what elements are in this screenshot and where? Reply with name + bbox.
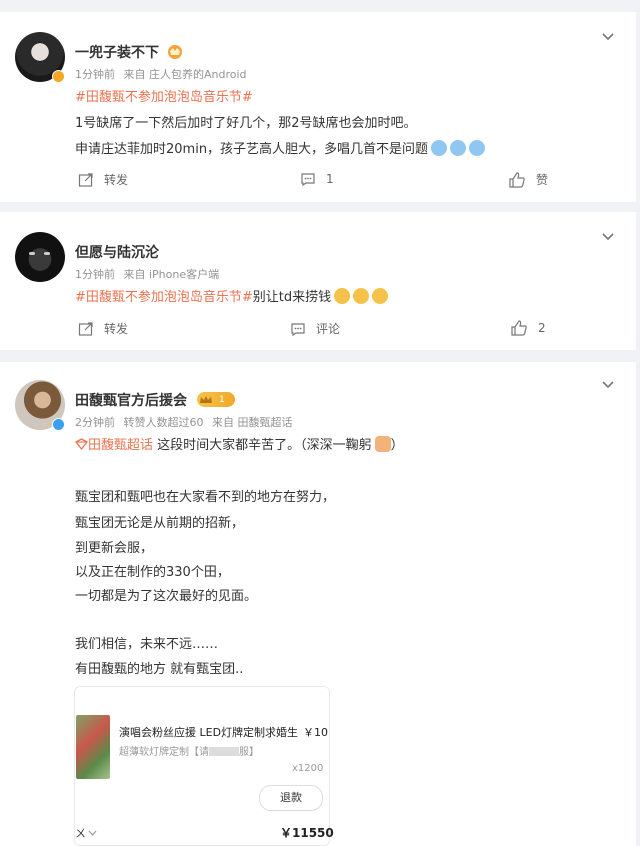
post-source: 来自 庄人包养的Android [123, 68, 247, 81]
repost-label: 转发 [104, 173, 129, 187]
hashtag-link[interactable]: #田馥甄不参加泡泡岛音乐节# [75, 86, 253, 105]
product-price: ￥10 [303, 726, 328, 739]
chevron-down-icon [88, 830, 97, 836]
post-text-line: 甄宝团和甄吧也在大家看不到的地方在努力， [75, 490, 336, 505]
verified-badge-icon [52, 70, 65, 83]
post-text: 别让td来捞钱 [252, 290, 332, 305]
emoji-icon [431, 140, 448, 156]
footer-prefix-text: ㄨ [75, 827, 86, 840]
product-thumbnail [76, 715, 110, 779]
username[interactable]: 田馥甄官方后援会 [75, 390, 187, 410]
avatar-eye [44, 252, 50, 255]
post-text-line: 以及正在制作的330个田， [75, 565, 230, 580]
refund-button[interactable]: 退款 [259, 785, 323, 811]
avatar[interactable] [15, 232, 65, 282]
post-text-line: 我们相信，未来不远…… [75, 637, 219, 652]
emoji-icon [372, 288, 389, 304]
post-text-line: 一切都是为了这次最好的见面。 [75, 589, 258, 604]
repost-icon [78, 172, 93, 187]
post-time[interactable]: 1分钟前 [75, 268, 115, 281]
emoji-icon [469, 140, 486, 156]
avatar-eye [29, 252, 35, 255]
thumbs-up-icon [509, 171, 525, 188]
repost-button[interactable]: 转发 [78, 171, 128, 188]
product-spec-tail: 服】 [239, 747, 259, 758]
product-spec: 超薄软灯牌定制【请 服】 [119, 743, 259, 758]
post-text-line-1: #田馥甄不参加泡泡岛音乐节#别让td来捞钱 [75, 286, 389, 305]
post-actions: 转发 评论 2 [0, 316, 636, 346]
post-meta: 2分钟前 转赞人数超过60 来自 田馥甄超话 [75, 414, 298, 430]
crown-icon [200, 395, 212, 403]
verified-blue-badge-icon [52, 418, 65, 431]
comment-button[interactable]: 评论 [290, 320, 340, 337]
bow-emoji-icon [374, 436, 391, 452]
post-card-1: 一兜子装不下 1分钟前 来自 庄人包养的Android #田馥甄不参加泡泡岛音乐… [0, 12, 636, 202]
post-text-line: 有田馥甄的地方 就有甄宝团.. [75, 662, 244, 677]
post-text-line-2: 申请庄达菲加时20min，孩子艺高人胆大，多唱几首不是问题 [75, 138, 486, 157]
product-spec-text: 超薄软灯牌定制【请 [119, 747, 209, 758]
supertopic-link[interactable]: 田馥甄超话 [88, 438, 153, 453]
comment-label: 评论 [316, 322, 341, 336]
chevron-down-icon[interactable] [602, 30, 614, 42]
comment-icon [301, 173, 315, 187]
emoji-icon [334, 288, 351, 304]
username[interactable]: 一兜子装不下 [75, 42, 159, 62]
fan-level-badge: 1 [197, 392, 235, 407]
thumbs-up-icon [511, 320, 527, 336]
post-card-2: 但愿与陆沉沦 1分钟前 来自 iPhone客户端 #田馥甄不参加泡泡岛音乐节#别… [0, 212, 636, 350]
like-button[interactable]: 赞 [508, 171, 548, 188]
post-text-line: 到更新会服， [75, 541, 154, 556]
post-text: 这段时间大家都辛苦了。（深深一鞠躬 [153, 438, 372, 453]
username[interactable]: 但愿与陆沉沦 [75, 242, 159, 262]
blurred-text [209, 747, 239, 756]
post-meta: 1分钟前 来自 庄人包养的Android [75, 66, 252, 82]
order-screenshot-image[interactable]: 演唱会粉丝应援 LED灯牌定制求婚生 ￥10 超薄软灯牌定制【请 服】 x1200… [74, 686, 334, 846]
post-text: 申请庄达菲加时20min，孩子艺高人胆大，多唱几首不是问题 [75, 142, 429, 157]
post-text-line-1: 田馥甄超话 这段时间大家都辛苦了。（深深一鞠躬 ） [75, 434, 404, 453]
post-source: 来自 田馥甄超话 [212, 416, 293, 429]
order-footer-prefix: ㄨ [75, 825, 97, 841]
product-title: 演唱会粉丝应援 LED灯牌定制求婚生 [119, 726, 299, 739]
like-count: 2 [538, 321, 546, 335]
repost-icon [78, 321, 93, 336]
comment-count: 1 [326, 172, 334, 186]
post-meta: 1分钟前 来自 iPhone客户端 [75, 266, 224, 282]
post-time[interactable]: 2分钟前 [75, 416, 115, 429]
post-text-line: 甄宝团无论是从前期的招新， [75, 516, 245, 531]
close-paren: ） [390, 438, 404, 453]
post-time[interactable]: 1分钟前 [75, 68, 115, 81]
fan-level: 1 [219, 394, 225, 405]
repost-button[interactable]: 转发 [78, 320, 128, 337]
member-crown-icon [168, 45, 182, 59]
chevron-down-icon[interactable] [602, 230, 614, 242]
product-qty: x1200 [292, 763, 324, 774]
chevron-down-icon[interactable] [602, 378, 614, 390]
order-total: ￥11550 [280, 826, 334, 840]
like-label: 赞 [536, 173, 549, 187]
post-actions: 转发 1 赞 [0, 167, 636, 197]
post-source: 来自 iPhone客户端 [123, 268, 220, 281]
emoji-icon [450, 140, 467, 156]
post-text-line-1: 1号缺席了一下然后加时了好几个，那2号缺席也会加时吧。 [75, 116, 417, 131]
emoji-icon [353, 288, 370, 304]
comment-button[interactable]: 1 [300, 171, 334, 187]
like-button[interactable]: 2 [510, 320, 546, 336]
repost-label: 转发 [104, 322, 129, 336]
repost-info: 转赞人数超过60 [123, 416, 204, 429]
hashtag-link[interactable]: #田馥甄不参加泡泡岛音乐节# [75, 290, 253, 305]
comment-icon [291, 322, 305, 336]
supertopic-icon [75, 438, 88, 451]
